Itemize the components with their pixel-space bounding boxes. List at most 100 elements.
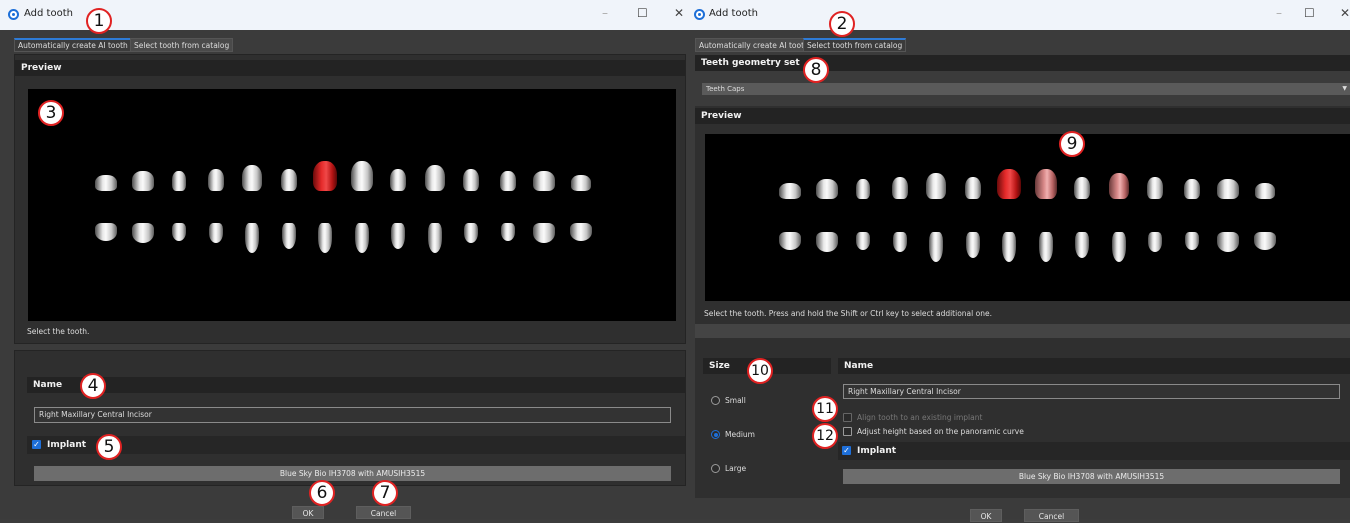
implant-row	[27, 436, 685, 454]
upper-tooth[interactable]	[533, 171, 555, 191]
upper-tooth[interactable]	[1074, 177, 1090, 199]
lower-tooth[interactable]	[779, 232, 801, 250]
app-icon	[8, 9, 19, 20]
minimize-icon[interactable]: –	[602, 6, 608, 20]
ok-button[interactable]: OK	[970, 509, 1002, 522]
lower-tooth[interactable]	[354, 223, 369, 253]
upper-tooth[interactable]	[1147, 177, 1163, 199]
lower-tooth[interactable]	[208, 223, 223, 243]
adjust-height-label: Adjust height based on the panoramic cur…	[857, 427, 1024, 436]
callout-marker: 3	[38, 100, 64, 126]
tab-select-from-catalog[interactable]: Select tooth from catalog	[803, 38, 907, 52]
callout-marker: 1	[86, 8, 112, 34]
lower-tooth[interactable]	[131, 223, 154, 243]
upper-tooth[interactable]	[856, 179, 870, 199]
lower-tooth[interactable]	[1217, 232, 1239, 252]
upper-tooth[interactable]	[1217, 179, 1239, 199]
lower-tooth[interactable]	[1111, 232, 1126, 262]
upper-tooth[interactable]	[131, 171, 154, 191]
ok-button[interactable]: OK	[292, 506, 324, 519]
lower-tooth[interactable]	[929, 232, 943, 262]
name-header: Name	[27, 377, 685, 393]
lower-tooth[interactable]	[965, 232, 980, 258]
upper-tooth[interactable]	[926, 173, 946, 199]
splitter[interactable]	[695, 324, 1350, 338]
lower-tooth[interactable]	[391, 223, 405, 249]
implant-checkbox[interactable]: ✓	[32, 440, 41, 449]
implant-selector[interactable]: Blue Sky Bio IH3708 with AMUSIH3515	[843, 469, 1340, 484]
upper-tooth[interactable]	[997, 169, 1021, 199]
align-implant-label: Align tooth to an existing implant	[857, 413, 983, 422]
lower-tooth[interactable]	[1038, 232, 1053, 262]
lower-tooth[interactable]	[95, 223, 117, 241]
cancel-button[interactable]: Cancel	[1024, 509, 1079, 522]
name-field[interactable]: Right Maxillary Central Incisor	[34, 407, 671, 423]
lower-tooth[interactable]	[281, 223, 296, 249]
upper-tooth[interactable]	[350, 161, 373, 191]
upper-tooth[interactable]	[95, 175, 117, 191]
callout-marker: 2	[829, 11, 855, 37]
tab-select-from-catalog[interactable]: Select tooth from catalog	[130, 38, 234, 52]
upper-tooth[interactable]	[499, 171, 516, 191]
lower-tooth[interactable]	[569, 223, 592, 241]
lower-tooth[interactable]	[500, 223, 515, 241]
size-medium-label: Medium	[725, 430, 755, 439]
lower-tooth[interactable]	[1002, 232, 1016, 262]
maximize-icon[interactable]: ☐	[637, 6, 648, 20]
lower-tooth[interactable]	[427, 223, 442, 253]
upper-tooth[interactable]	[964, 177, 981, 199]
lower-tooth[interactable]	[1253, 232, 1276, 250]
implant-label: Implant	[857, 446, 897, 456]
upper-tooth[interactable]	[280, 169, 297, 191]
name-header: Name	[838, 358, 1350, 374]
upper-tooth[interactable]	[570, 175, 591, 191]
lower-tooth[interactable]	[1148, 232, 1162, 252]
minimize-icon[interactable]: –	[1276, 6, 1282, 20]
callout-marker: 10	[747, 358, 773, 384]
tab-auto-ai-tooth[interactable]: Automatically create AI tooth	[14, 38, 132, 52]
size-small-radio[interactable]	[711, 396, 720, 405]
lower-tooth[interactable]	[464, 223, 478, 243]
upper-tooth[interactable]	[1183, 179, 1200, 199]
cancel-button[interactable]: Cancel	[356, 506, 411, 519]
upper-tooth[interactable]	[891, 177, 908, 199]
implant-row	[838, 442, 1350, 460]
tab-auto-ai-tooth[interactable]: Automatically create AI tooth	[695, 38, 813, 52]
upper-tooth[interactable]	[779, 183, 801, 199]
upper-tooth[interactable]	[313, 161, 337, 191]
close-icon[interactable]: ✕	[674, 6, 684, 20]
lower-tooth[interactable]	[1184, 232, 1199, 250]
tooth-preview-viewport[interactable]	[705, 134, 1350, 301]
upper-tooth[interactable]	[1254, 183, 1275, 199]
align-implant-checkbox[interactable]	[843, 413, 852, 422]
upper-tooth[interactable]	[815, 179, 838, 199]
adjust-height-checkbox[interactable]	[843, 427, 852, 436]
implant-checkbox[interactable]: ✓	[842, 446, 851, 455]
lower-tooth[interactable]	[172, 223, 186, 241]
upper-tooth[interactable]	[1108, 173, 1129, 199]
lower-tooth[interactable]	[533, 223, 555, 243]
geometry-select[interactable]: Teeth Caps ▼	[702, 83, 1350, 95]
upper-tooth[interactable]	[390, 169, 406, 191]
size-large-radio[interactable]	[711, 464, 720, 473]
upper-tooth[interactable]	[207, 169, 224, 191]
tooth-preview-viewport[interactable]	[28, 89, 676, 321]
lower-tooth[interactable]	[892, 232, 907, 252]
upper-tooth[interactable]	[242, 165, 262, 191]
lower-tooth[interactable]	[815, 232, 838, 252]
lower-tooth[interactable]	[1075, 232, 1089, 258]
upper-tooth[interactable]	[424, 165, 445, 191]
tooth-properties-panel: Size Small Medium Large Name Right Maxil…	[695, 338, 1350, 498]
implant-selector[interactable]: Blue Sky Bio IH3708 with AMUSIH3515	[34, 466, 671, 481]
maximize-icon[interactable]: ☐	[1304, 6, 1315, 20]
size-medium-radio[interactable]	[711, 430, 720, 439]
upper-tooth[interactable]	[463, 169, 479, 191]
lower-tooth[interactable]	[245, 223, 259, 253]
close-icon[interactable]: ✕	[1340, 6, 1350, 20]
preview-header: Preview	[15, 60, 685, 76]
name-field[interactable]: Right Maxillary Central Incisor	[843, 384, 1340, 399]
upper-tooth[interactable]	[1034, 169, 1057, 199]
lower-tooth[interactable]	[318, 223, 332, 253]
upper-tooth[interactable]	[172, 171, 186, 191]
lower-tooth[interactable]	[856, 232, 870, 250]
